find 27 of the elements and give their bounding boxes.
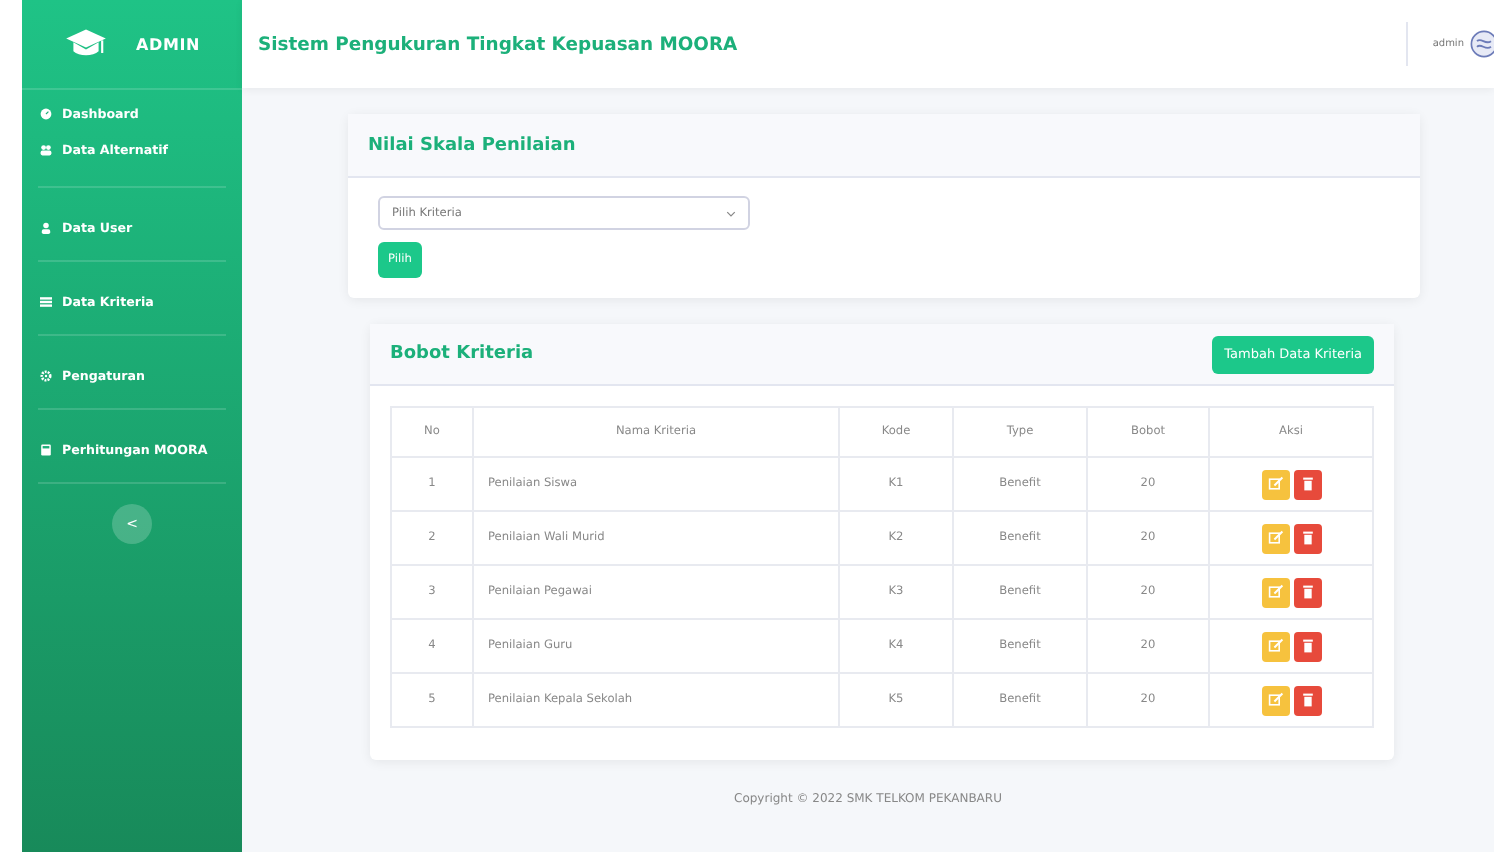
delete-button[interactable]: [1293, 523, 1321, 553]
trash-icon: [1299, 530, 1315, 546]
delete-button[interactable]: [1293, 577, 1321, 607]
avatar-icon[interactable]: [1470, 30, 1494, 58]
trash-icon: [1299, 476, 1315, 492]
card-title: Nilai Skala Penilaian: [368, 135, 576, 155]
list-icon: [40, 296, 52, 308]
trash-icon: [1299, 638, 1315, 654]
page-title: Sistem Pengukuran Tingkat Kepuasan MOORA: [258, 33, 738, 55]
delete-button[interactable]: [1293, 685, 1321, 715]
users-icon: [40, 144, 52, 156]
edit-icon: [1267, 638, 1283, 654]
chevron-down-icon: [726, 209, 736, 217]
delete-button[interactable]: [1293, 469, 1321, 499]
edit-icon: [1267, 584, 1283, 600]
gauge-icon: [40, 108, 52, 120]
user-icon: [40, 222, 52, 234]
delete-button[interactable]: [1293, 631, 1321, 661]
gear-icon: [40, 370, 52, 382]
edit-icon: [1267, 476, 1283, 492]
brand-name: ADMIN: [136, 35, 200, 53]
card-title: Bobot Kriteria: [390, 344, 534, 364]
calculator-icon: [40, 444, 52, 456]
trash-icon: [1299, 584, 1315, 600]
edit-icon: [1267, 692, 1283, 708]
edit-icon: [1267, 530, 1283, 546]
trash-icon: [1299, 692, 1315, 708]
